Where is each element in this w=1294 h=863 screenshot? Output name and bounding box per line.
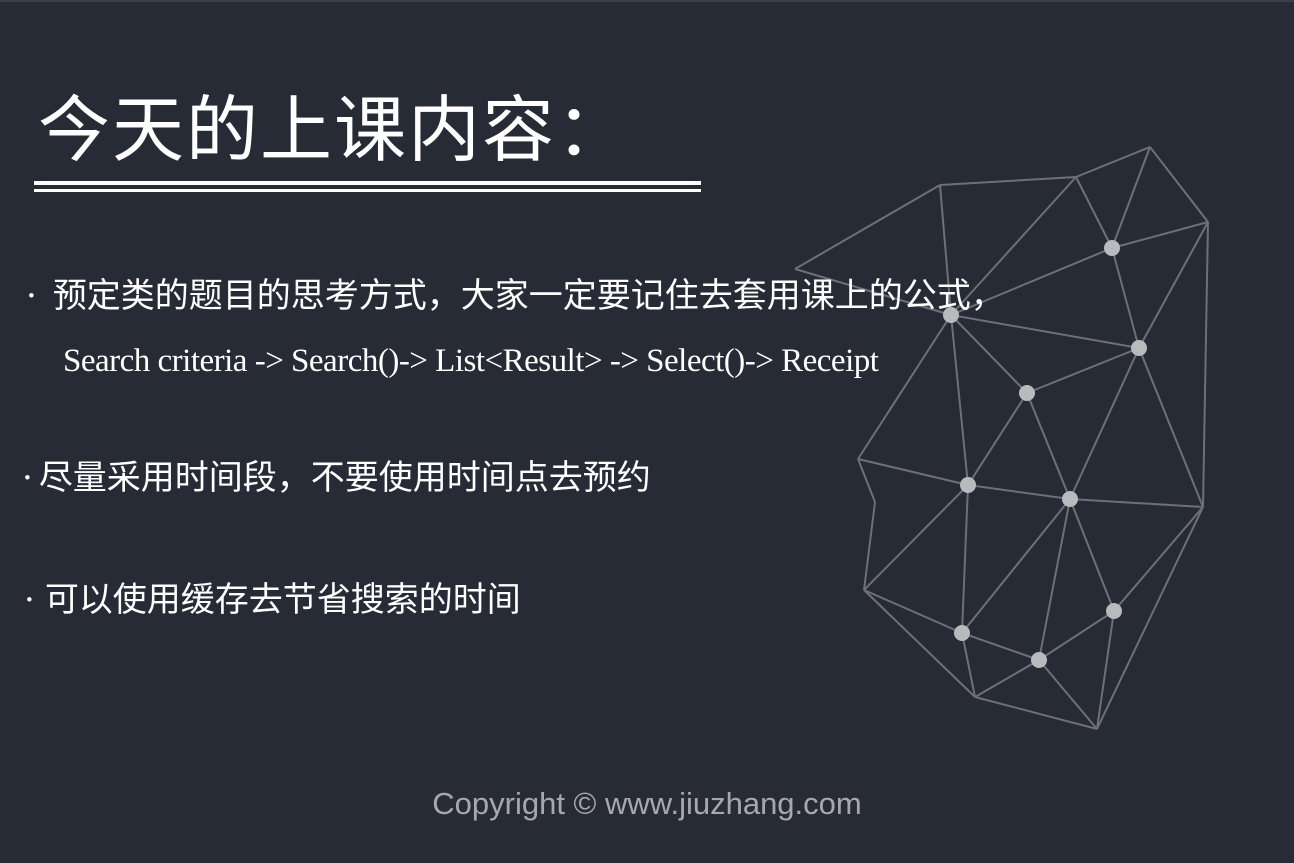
slide-title: 今天的上课内容： xyxy=(38,88,631,172)
network-node xyxy=(960,477,976,493)
bullet-item-1: · 预定类的题目的思考方式，大家一定要记住去套用课上的公式， xyxy=(26,274,1005,318)
network-edge xyxy=(974,696,1098,730)
network-edge xyxy=(1111,146,1151,249)
network-edge xyxy=(1111,247,1140,349)
network-edge xyxy=(1069,498,1115,612)
network-edge xyxy=(1038,610,1115,661)
bullet-item-3: · 可以使用缓存去节省搜索的时间 xyxy=(24,578,521,622)
network-edge xyxy=(967,392,1028,486)
network-edge xyxy=(950,314,969,486)
bullet-formula: Search criteria -> Search()-> List<Resul… xyxy=(63,343,879,379)
network-edge xyxy=(974,659,1040,698)
network-edge xyxy=(967,484,1071,500)
bullet-marker: · xyxy=(22,458,33,498)
network-edge xyxy=(1202,221,1209,508)
slide: 今天的上课内容： · 预定类的题目的思考方式，大家一定要记住去套用课上的公式， S… xyxy=(0,0,1294,863)
bullet-text: 预定类的题目的思考方式，大家一定要记住去套用课上的公式， xyxy=(52,276,1005,316)
bullet-marker: · xyxy=(24,580,35,620)
network-edge xyxy=(1026,392,1071,500)
network-edge xyxy=(857,314,952,460)
network-edge xyxy=(1075,176,1113,249)
network-edge xyxy=(863,589,963,634)
network-edge xyxy=(961,498,1071,634)
network-edge xyxy=(1113,506,1204,612)
bullet-text: 尽量采用时间段，不要使用时间点去预约 xyxy=(38,458,651,498)
network-edge xyxy=(1069,498,1204,508)
title-underline-bottom xyxy=(34,189,701,192)
network-node xyxy=(1104,240,1120,256)
network-edge xyxy=(863,589,976,698)
bullet-marker: · xyxy=(26,276,37,316)
network-edge xyxy=(939,176,1077,186)
network-node xyxy=(1031,652,1047,668)
network-edge xyxy=(961,484,969,634)
network-edge xyxy=(1075,146,1151,178)
network-edge xyxy=(863,501,876,591)
copyright-footer: Copyright © www.jiuzhang.com xyxy=(432,786,862,821)
network-edge xyxy=(857,458,969,486)
network-edge xyxy=(1111,221,1209,249)
network-lines xyxy=(794,146,1209,730)
network-edge xyxy=(961,632,1040,661)
network-edge xyxy=(1138,221,1209,349)
network-edge xyxy=(794,184,941,270)
network-edge xyxy=(1138,347,1204,508)
title-underline-top xyxy=(34,181,701,185)
network-node xyxy=(1131,340,1147,356)
network-node xyxy=(1062,491,1078,507)
network-edge xyxy=(1149,146,1209,223)
bullet-item-2: · 尽量采用时间段，不要使用时间点去预约 xyxy=(22,456,651,500)
network-node xyxy=(954,625,970,641)
network-node xyxy=(1019,385,1035,401)
network-edge xyxy=(857,458,876,503)
network-node xyxy=(1106,603,1122,619)
network-edge xyxy=(1038,498,1071,661)
bullet-text: 可以使用缓存去节省搜索的时间 xyxy=(44,580,521,620)
network-edge xyxy=(1038,659,1098,730)
network-edge xyxy=(863,484,969,591)
